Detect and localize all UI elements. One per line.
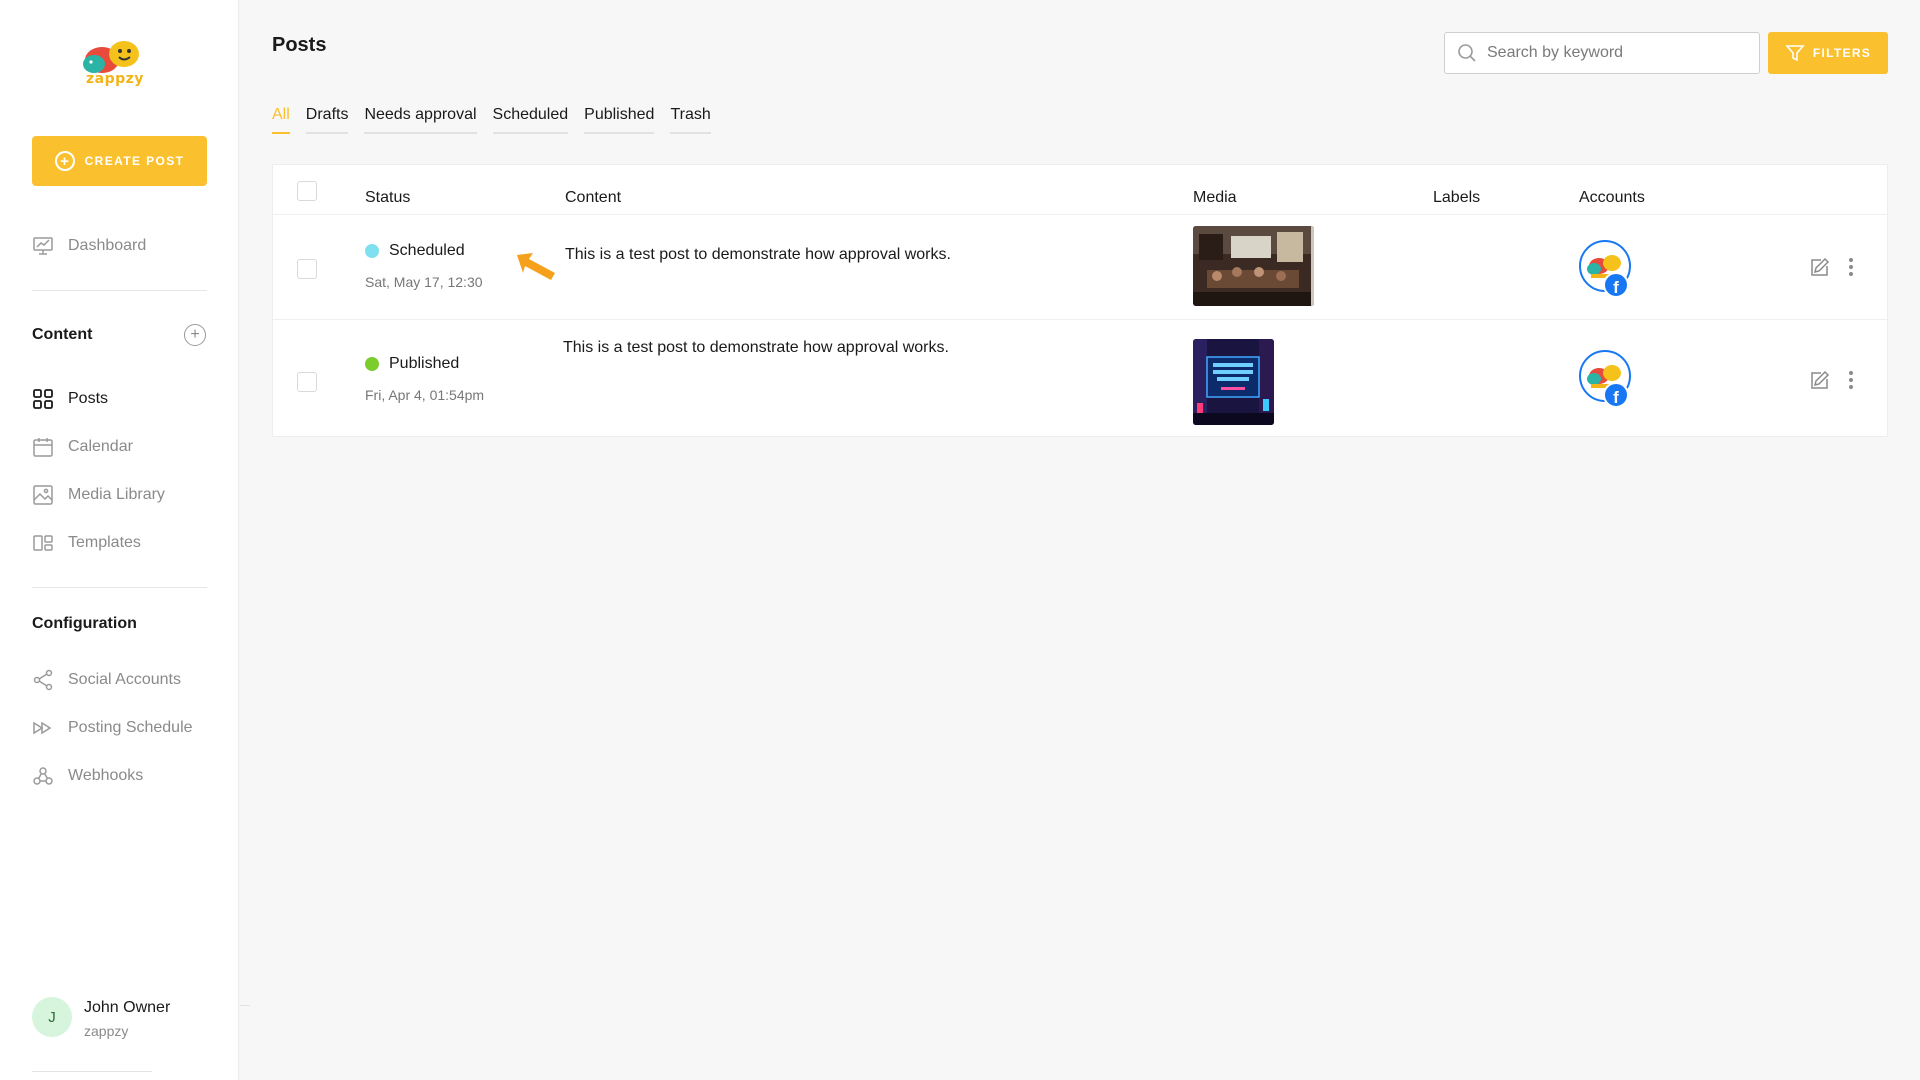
edit-icon[interactable] [1809, 369, 1831, 391]
sidebar-divider [32, 290, 207, 291]
sidebar: zappzy + CREATE POST Dashboard Content +… [0, 0, 239, 1080]
more-vertical-icon[interactable] [1848, 370, 1854, 390]
sidebar-item-label: Media Library [68, 486, 165, 503]
facebook-icon: f [1603, 382, 1629, 408]
column-header-labels[interactable]: Labels [1433, 189, 1480, 207]
user-divider [32, 1071, 152, 1072]
sidebar-item-posting-schedule[interactable]: Posting Schedule [32, 716, 193, 740]
header-separator [273, 214, 1887, 215]
page-title: Posts [272, 34, 327, 56]
sidebar-item-label: Posting Schedule [68, 719, 193, 736]
post-tabs: All Drafts Needs approval Scheduled Publ… [272, 106, 711, 134]
logo-text: zappzy [86, 71, 144, 87]
sidebar-item-social-accounts[interactable]: Social Accounts [32, 668, 181, 692]
tab-published[interactable]: Published [584, 106, 655, 134]
facebook-icon: f [1603, 272, 1629, 298]
account-avatar[interactable]: f [1579, 350, 1635, 410]
row-checkbox[interactable] [297, 259, 317, 279]
status-date: Fri, Apr 4, 01:54pm [365, 387, 485, 403]
create-post-label: CREATE POST [84, 154, 185, 168]
row-checkbox[interactable] [297, 372, 317, 392]
create-post-button[interactable]: + CREATE POST [32, 136, 207, 186]
status-date: Sat, May 17, 12:30 [365, 274, 483, 290]
more-vertical-icon[interactable] [1848, 257, 1854, 277]
app-root: zappzy + CREATE POST Dashboard Content +… [0, 0, 1920, 1080]
grid-icon [33, 389, 53, 409]
tab-needs-approval[interactable]: Needs approval [364, 106, 477, 134]
sidebar-edge-tick [240, 1005, 250, 1006]
image-icon [33, 485, 53, 505]
sidebar-item-label: Posts [68, 390, 109, 407]
account-avatar[interactable]: f [1579, 240, 1635, 300]
calendar-icon [33, 438, 53, 457]
webhook-icon [33, 767, 53, 785]
sidebar-divider [32, 587, 207, 588]
chart-board-icon [33, 237, 53, 255]
filter-icon [1785, 45, 1805, 62]
sidebar-item-dashboard[interactable]: Dashboard [32, 234, 146, 258]
filters-label: FILTERS [1812, 46, 1872, 60]
column-header-media[interactable]: Media [1193, 189, 1237, 207]
sidebar-item-label: Calendar [68, 438, 133, 455]
search-icon [1458, 44, 1476, 62]
posts-table: Status Content Media Labels Accounts Sch… [272, 164, 1888, 437]
sidebar-item-label: Dashboard [68, 237, 147, 254]
tab-drafts[interactable]: Drafts [305, 106, 349, 134]
user-org: zappzy [84, 1023, 129, 1039]
add-content-icon[interactable]: + [184, 324, 206, 346]
content-section-title: Content [32, 326, 93, 343]
search-input[interactable] [1487, 44, 1747, 62]
status-dot [365, 244, 379, 258]
sidebar-item-label: Webhooks [68, 767, 144, 784]
row-separator [273, 319, 1887, 320]
status-badge: Published [365, 355, 459, 373]
avatar[interactable]: J [32, 997, 72, 1037]
sidebar-item-calendar[interactable]: Calendar [32, 435, 133, 459]
share-icon [33, 669, 53, 691]
sidebar-item-media-library[interactable]: Media Library [32, 483, 165, 507]
tab-all[interactable]: All [272, 106, 290, 134]
edit-icon[interactable] [1809, 256, 1831, 278]
sidebar-item-templates[interactable]: Templates [32, 531, 141, 555]
status-label: Scheduled [389, 242, 465, 259]
fast-forward-icon [33, 721, 52, 735]
column-header-content[interactable]: Content [565, 189, 621, 207]
column-header-accounts[interactable]: Accounts [1579, 189, 1645, 207]
sidebar-item-label: Templates [68, 534, 141, 551]
sidebar-item-label: Social Accounts [68, 671, 181, 688]
user-name: John Owner [84, 999, 171, 1016]
meeting-room-photo[interactable] [1193, 226, 1314, 306]
layout-icon [33, 535, 53, 551]
status-badge: Scheduled [365, 242, 465, 260]
select-all-checkbox[interactable] [297, 181, 317, 201]
plus-circle-icon: + [54, 151, 75, 171]
status-dot [365, 357, 379, 371]
social-media-billboard[interactable] [1193, 339, 1274, 425]
pointer-arrow-icon [517, 253, 555, 280]
filters-button[interactable]: FILTERS [1768, 32, 1888, 74]
tab-trash[interactable]: Trash [670, 106, 711, 134]
sidebar-item-posts[interactable]: Posts [32, 387, 108, 411]
tab-scheduled[interactable]: Scheduled [492, 106, 569, 134]
column-header-status[interactable]: Status [365, 189, 410, 207]
configuration-section-title: Configuration [32, 615, 137, 632]
status-label: Published [389, 355, 460, 372]
post-content[interactable]: This is a test post to demonstrate how a… [563, 336, 963, 360]
post-content[interactable]: This is a test post to demonstrate how a… [565, 243, 965, 267]
search-box[interactable] [1444, 32, 1760, 74]
sidebar-item-webhooks[interactable]: Webhooks [32, 764, 143, 788]
